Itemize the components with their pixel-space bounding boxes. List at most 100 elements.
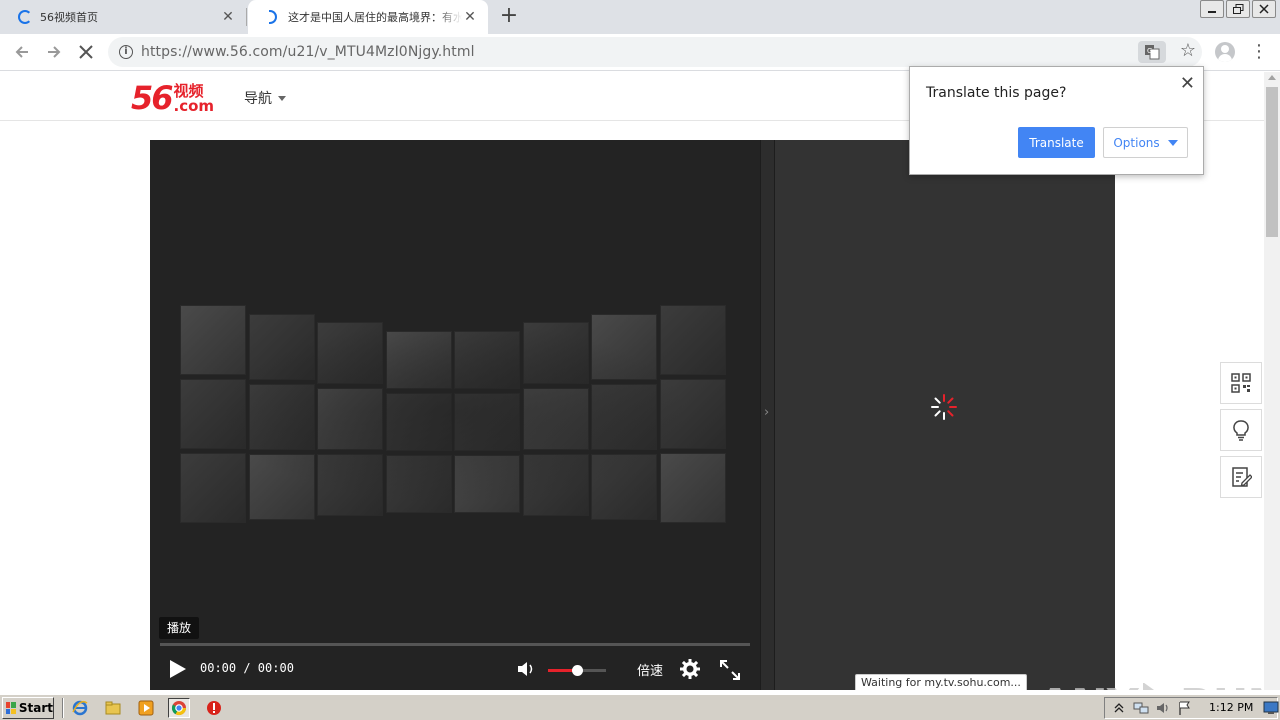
tab-current-video[interactable]: 这才是中国人居住的最高境界：有水有 ✕ xyxy=(248,0,488,34)
options-button[interactable]: Options xyxy=(1103,127,1188,158)
floating-toolbar xyxy=(1220,362,1262,503)
logo-com-text: .com xyxy=(173,97,215,115)
play-icon[interactable] xyxy=(170,660,186,678)
chrome-taskbar-icon[interactable] xyxy=(168,698,190,718)
caret-down-icon xyxy=(278,95,286,101)
close-window-button[interactable] xyxy=(1252,0,1276,18)
site-info-icon[interactable]: i xyxy=(119,45,133,59)
status-bar: Waiting for my.tv.sohu.com... xyxy=(855,674,1027,690)
clock: 1:12 PM xyxy=(1209,701,1254,714)
speed-button[interactable]: 倍速 xyxy=(637,660,663,679)
tray-expand-icon xyxy=(1114,703,1124,713)
volume-tray-icon[interactable] xyxy=(1155,700,1171,716)
minimize-icon xyxy=(1208,11,1216,13)
video-player[interactable]: 播放 00:00 / 00:00 倍速 xyxy=(150,140,760,690)
translate-popup-title: Translate this page? xyxy=(926,85,1067,101)
qr-code-icon xyxy=(1231,373,1251,393)
site-logo[interactable]: 56 视频 .com xyxy=(131,78,214,114)
restore-icon xyxy=(1232,4,1243,14)
taskbar-separator xyxy=(62,698,64,718)
stop-app-icon[interactable] xyxy=(203,698,225,718)
media-player-icon[interactable] xyxy=(135,698,157,718)
svg-text:G: G xyxy=(1147,47,1152,55)
tab-title: 这才是中国人居住的最高境界：有水有 xyxy=(288,11,462,24)
start-button[interactable]: Start xyxy=(2,697,54,719)
qr-code-button[interactable] xyxy=(1220,362,1262,404)
flag-icon[interactable] xyxy=(1177,700,1193,716)
red-stop-icon xyxy=(207,701,221,715)
media-glyph-icon xyxy=(138,700,154,716)
tab-56-home[interactable]: 56视频首页 ✕ xyxy=(0,0,246,34)
tab-strip: 56视频首页 ✕ 这才是中国人居住的最高境界：有水有 ✕ + xyxy=(0,0,1280,34)
volume-knob[interactable] xyxy=(572,665,583,676)
windows-taskbar: Start 1:12 PM xyxy=(0,694,1280,720)
close-icon xyxy=(1259,4,1269,14)
watermark-left: ANY xyxy=(1038,680,1139,690)
window-controls xyxy=(1198,0,1276,18)
lightbulb-button[interactable] xyxy=(1220,409,1262,451)
forward-arrow-icon xyxy=(48,46,61,58)
play-triangle-icon xyxy=(1142,682,1155,690)
speaker-icon xyxy=(518,662,533,676)
desktop-glyph-icon xyxy=(1263,701,1279,714)
edit-note-icon xyxy=(1232,467,1252,487)
scroll-thumb[interactable] xyxy=(1266,87,1278,237)
file-explorer-icon[interactable] xyxy=(102,698,124,718)
volume-slider[interactable] xyxy=(548,665,606,676)
network-icon[interactable] xyxy=(1133,700,1149,716)
translate-glyph-icon: G xyxy=(1145,45,1160,60)
chevron-right-icon: › xyxy=(764,405,770,420)
loading-spinner-icon xyxy=(18,10,32,24)
tab-separator xyxy=(246,8,247,26)
volume-icon[interactable] xyxy=(516,659,536,679)
windows-flag-icon xyxy=(6,702,16,714)
minimize-button[interactable] xyxy=(1200,0,1224,18)
url-text[interactable]: https://www.56.com/u21/v_MTU4MzI0Njgy.ht… xyxy=(141,44,475,60)
address-bar[interactable]: i https://www.56.com/u21/v_MTU4MzI0Njgy.… xyxy=(108,37,1202,67)
chevron-up-icon[interactable] xyxy=(1111,700,1127,716)
play-tooltip: 播放 xyxy=(159,617,200,639)
back-button[interactable] xyxy=(10,40,34,64)
browser-menu-icon[interactable]: ⋮ xyxy=(1250,42,1268,62)
side-panel xyxy=(775,140,1115,690)
lightbulb-icon xyxy=(1233,420,1249,441)
action-center-flag-icon xyxy=(1179,701,1190,715)
poster-fade xyxy=(180,305,728,520)
new-tab-button[interactable]: + xyxy=(498,5,520,27)
scroll-up-arrow-icon[interactable] xyxy=(1268,75,1276,80)
translate-button[interactable]: Translate xyxy=(1018,127,1095,158)
anyrun-watermark: ANY RUN xyxy=(1038,680,1264,690)
show-desktop-icon[interactable] xyxy=(1263,700,1279,716)
bookmark-star-icon[interactable]: ☆ xyxy=(1180,40,1196,61)
loading-spinner-icon xyxy=(266,10,280,24)
back-arrow-icon xyxy=(15,46,28,58)
panel-toggle[interactable]: › xyxy=(760,140,775,690)
internet-explorer-icon[interactable] xyxy=(69,698,91,718)
nav-label: 导航 xyxy=(244,91,272,107)
tab-close-icon[interactable]: ✕ xyxy=(462,9,478,25)
translate-icon[interactable]: G xyxy=(1138,41,1166,63)
folder-icon xyxy=(105,701,121,715)
chrome-icon xyxy=(171,701,187,716)
feedback-button[interactable] xyxy=(1220,456,1262,498)
profile-avatar-icon[interactable] xyxy=(1215,42,1235,62)
speaker-icon xyxy=(1157,703,1168,713)
settings-gear-icon[interactable] xyxy=(679,658,701,680)
restore-button[interactable] xyxy=(1226,0,1250,18)
options-label: Options xyxy=(1113,135,1160,150)
logo-text: 视频 .com xyxy=(174,84,215,114)
forward-button[interactable] xyxy=(42,40,66,64)
progress-bar[interactable] xyxy=(160,643,750,646)
system-tray: 1:12 PM xyxy=(1104,697,1279,719)
translate-popup: Translate this page? ✕ Translate Options xyxy=(909,66,1204,175)
fullscreen-icon[interactable] xyxy=(719,659,741,681)
expand-icon xyxy=(720,660,740,680)
close-icon[interactable]: ✕ xyxy=(1180,75,1195,93)
page-scrollbar[interactable] xyxy=(1264,72,1280,690)
loading-spinner-icon xyxy=(931,394,957,420)
ie-glyph-icon xyxy=(72,700,88,716)
stop-loading-button[interactable] xyxy=(74,40,98,64)
nav-dropdown[interactable]: 导航 xyxy=(244,88,286,108)
tab-close-icon[interactable]: ✕ xyxy=(220,9,236,25)
time-display: 00:00 / 00:00 xyxy=(200,661,294,675)
